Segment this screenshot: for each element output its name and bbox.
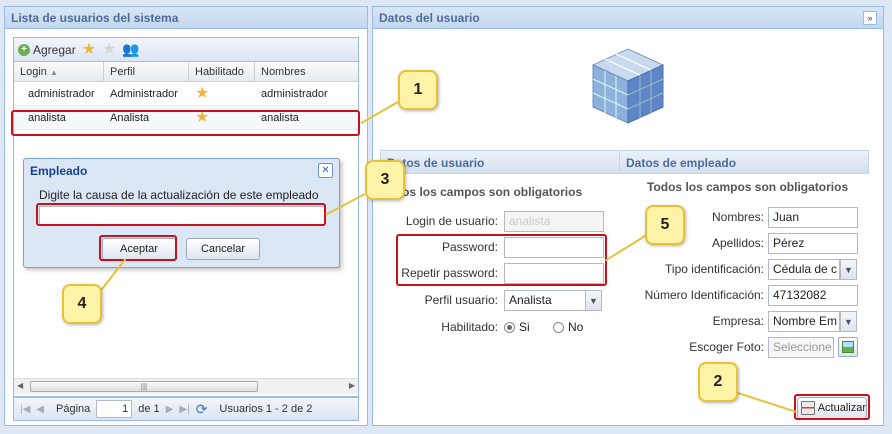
employee-section-note: Todos los campos son obligatorios xyxy=(647,180,849,194)
scroll-thumb[interactable]: ||| xyxy=(30,381,258,392)
tipo-label: Tipo identificación: xyxy=(665,262,764,276)
cell-nombres: administrador xyxy=(261,87,328,100)
user-detail-title-text: Datos del usuario xyxy=(379,11,480,25)
enabled-star-icon: ★ xyxy=(195,84,210,102)
highlight-reason-input xyxy=(36,203,326,226)
apellidos-field[interactable]: Pérez xyxy=(768,233,858,254)
paging-summary: Usuarios 1 - 2 de 2 xyxy=(219,403,313,415)
login-field: analista xyxy=(504,211,604,232)
add-icon: + xyxy=(18,43,30,56)
highlight-row-analista xyxy=(11,110,360,136)
col-habilitado[interactable]: Habilitado xyxy=(189,62,255,81)
user-section-header: Datos de usuario xyxy=(380,150,620,174)
horizontal-scrollbar[interactable]: ◀ ||| ▶ xyxy=(14,378,358,394)
next-page-icon[interactable]: ▶ xyxy=(166,404,174,415)
scroll-left-icon[interactable]: ◀ xyxy=(17,381,23,390)
perfil-label: Perfil usuario: xyxy=(424,293,498,307)
perfil-dropdown-icon[interactable]: ▼ xyxy=(585,290,602,311)
dialog-prompt: Digite la causa de la actualización de e… xyxy=(39,188,319,202)
page-label: Página xyxy=(56,403,91,415)
habilitado-si-radio[interactable]: Si xyxy=(504,320,530,334)
user-list-title: Lista de usuarios del sistema xyxy=(5,7,367,29)
table-row[interactable]: administrador Administrador ★ administra… xyxy=(14,82,358,106)
perfil-select[interactable]: Analista xyxy=(504,290,586,311)
empresa-select[interactable]: Nombre Em xyxy=(768,311,840,332)
star-disabled-icon[interactable]: ★ xyxy=(102,41,116,58)
prev-page-icon[interactable]: ◀ xyxy=(36,404,44,415)
user-detail-panel: Datos del usuario » Datos de usuario Dat… xyxy=(372,6,884,426)
callout-1: 1 xyxy=(398,70,438,110)
habilitado-no-radio[interactable]: No xyxy=(553,320,583,334)
no-label: No xyxy=(568,320,584,334)
foto-browse-button[interactable] xyxy=(838,337,858,357)
first-page-icon[interactable]: |◀ xyxy=(20,404,30,415)
radio-checked-icon xyxy=(504,322,515,334)
sort-asc-icon: ▲ xyxy=(49,68,58,77)
highlight-update-button xyxy=(794,394,870,420)
empresa-dropdown-icon[interactable]: ▼ xyxy=(840,311,857,332)
col-nombres[interactable]: Nombres xyxy=(255,62,358,81)
cell-habilitado: ★ xyxy=(189,84,255,102)
add-label: Agregar xyxy=(33,42,76,57)
dialog-close-button[interactable]: ✕ xyxy=(318,163,333,178)
numero-field[interactable]: 47132082 xyxy=(768,285,858,306)
cancel-button[interactable]: Cancelar xyxy=(186,238,260,260)
grid-header: Login ▲ Perfil Habilitado Nombres xyxy=(14,62,358,82)
collapse-icon[interactable]: » xyxy=(863,11,877,25)
col-login[interactable]: Login ▲ xyxy=(14,62,104,81)
dialog-title: Empleado xyxy=(30,164,88,178)
numero-label: Número Identificación: xyxy=(644,288,764,302)
si-label: Si xyxy=(519,320,530,334)
callout-5: 5 xyxy=(645,205,685,245)
of-pages-label: de 1 xyxy=(138,403,160,415)
foto-label: Escoger Foto: xyxy=(689,340,764,354)
last-page-icon[interactable]: ▶| xyxy=(179,404,189,415)
cube-logo-icon xyxy=(591,48,665,124)
tipo-select[interactable]: Cédula de c xyxy=(768,259,840,280)
radio-unchecked-icon xyxy=(553,322,564,334)
highlight-password-fields xyxy=(396,234,607,286)
callout-2: 2 xyxy=(698,362,738,402)
habilitado-label: Habilitado: xyxy=(441,320,498,334)
col-perfil[interactable]: Perfil xyxy=(104,62,189,81)
grid-toolbar: + Agregar ★ ★ 👥 xyxy=(14,38,358,62)
cell-login: administrador xyxy=(28,87,95,100)
tipo-dropdown-icon[interactable]: ▼ xyxy=(840,259,857,280)
close-icon: ✕ xyxy=(321,165,330,176)
star-icon[interactable]: ★ xyxy=(82,41,96,58)
scroll-right-icon[interactable]: ▶ xyxy=(349,381,355,390)
foto-field[interactable]: Seleccione xyxy=(768,337,834,358)
refresh-icon[interactable]: ⟳ xyxy=(196,401,208,418)
callout-3: 3 xyxy=(365,160,405,200)
user-detail-title: Datos del usuario » xyxy=(373,7,883,29)
user-section-note: Todos los campos son obligatorios xyxy=(381,185,583,199)
nombres-field[interactable]: Juan xyxy=(768,207,858,228)
nombres-label: Nombres: xyxy=(711,210,764,224)
empresa-label: Empresa: xyxy=(712,314,764,328)
login-label: Login de usuario: xyxy=(405,214,498,228)
image-icon xyxy=(842,341,854,353)
cell-perfil: Administrador xyxy=(110,87,178,100)
highlight-accept-button xyxy=(99,235,177,261)
add-button[interactable]: + Agregar xyxy=(18,43,76,57)
paging-toolbar: |◀ ◀ Página 1 de 1 ▶ ▶| ⟳ Usuarios 1 - 2… xyxy=(13,397,359,421)
callout-4: 4 xyxy=(62,284,102,324)
employee-section-header: Datos de empleado xyxy=(619,150,869,174)
page-input[interactable]: 1 xyxy=(96,400,133,418)
users-icon[interactable]: 👥 xyxy=(122,41,139,58)
